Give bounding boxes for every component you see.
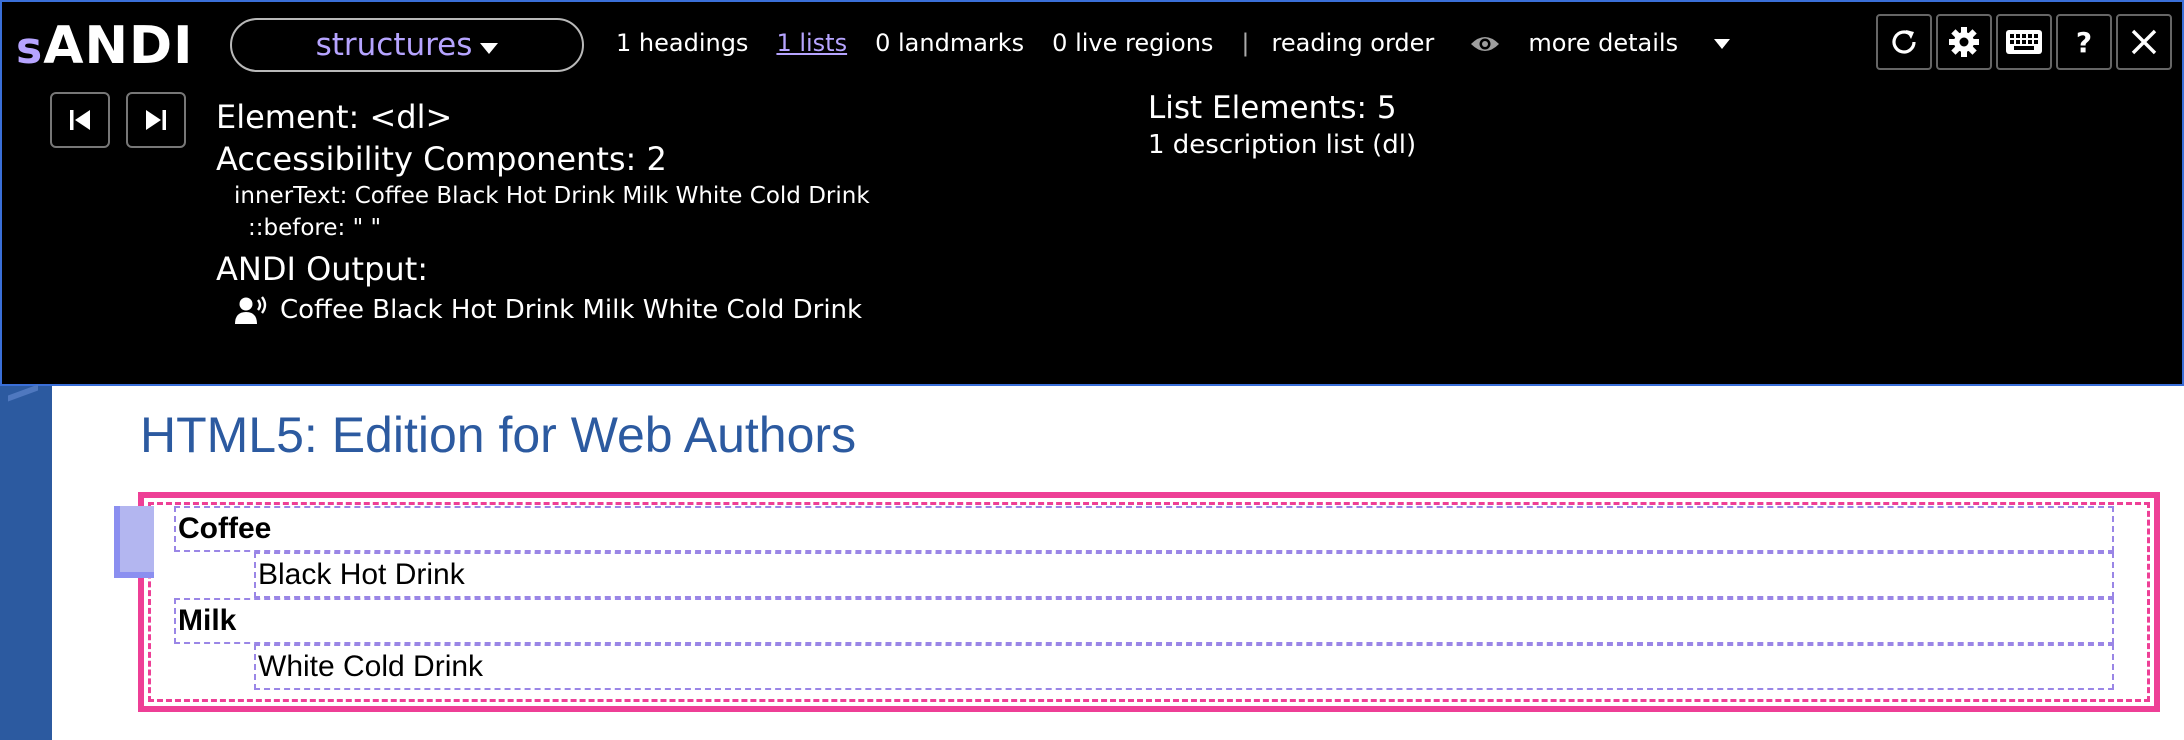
refresh-button[interactable] (1876, 14, 1932, 70)
live-regions-link[interactable]: 0 live regions (1052, 29, 1213, 57)
eye-icon (1471, 37, 1500, 51)
module-select[interactable]: structures (230, 18, 584, 72)
dl-term: Milk (174, 598, 2114, 644)
close-icon (2131, 29, 2157, 55)
headings-link[interactable]: 1 headings (616, 29, 748, 57)
previous-icon (70, 110, 90, 130)
help-button[interactable]: ? (2056, 14, 2112, 70)
landmarks-link[interactable]: 0 landmarks (875, 29, 1024, 57)
reading-order-toggle[interactable]: reading order (1272, 29, 1501, 57)
gear-icon (1949, 27, 1979, 57)
andi-bar: sANDI structures 1 headings 1 lists 0 la… (0, 0, 2184, 386)
settings-button[interactable] (1936, 14, 1992, 70)
chevron-down-icon (480, 42, 499, 54)
page-left-rail (0, 386, 52, 740)
dl-description: White Cold Drink (254, 644, 2114, 690)
module-select-label: structures (315, 27, 473, 63)
previous-element-button[interactable] (50, 92, 110, 148)
toolbar-buttons: ? (1876, 14, 2172, 70)
keyboard-button[interactable] (1996, 14, 2052, 70)
andi-output: Coffee Black Hot Drink Milk White Cold D… (216, 290, 870, 330)
before-line: ::before: " " (248, 215, 382, 241)
help-icon: ? (2075, 25, 2093, 59)
keyboard-icon (2006, 30, 2042, 54)
dl-term: Coffee (174, 506, 2114, 552)
logo-prefix: s (16, 23, 44, 74)
lists-link[interactable]: 1 lists (776, 29, 847, 57)
reading-order-label: reading order (1271, 29, 1435, 57)
components-line: Accessibility Components: 2 (216, 140, 667, 178)
close-button[interactable] (2116, 14, 2172, 70)
next-element-button[interactable] (126, 92, 186, 148)
element-info: Element: <dl> Accessibility Components: … (216, 96, 870, 330)
logo-main: ANDI (43, 16, 194, 76)
more-details-label: more details (1528, 29, 1679, 57)
refresh-icon (1892, 30, 1916, 54)
next-icon (146, 110, 166, 130)
list-info: List Elements: 5 1 description list (dl) (1148, 88, 1416, 162)
separator: | (1241, 29, 1250, 57)
inner-text-line: innerText: Coffee Black Hot Drink Milk W… (234, 183, 870, 209)
element-line: Element: <dl> (216, 96, 870, 138)
structures-summary: 1 headings 1 lists 0 landmarks 0 live re… (616, 26, 1786, 60)
more-details-button[interactable]: more details (1528, 29, 1758, 57)
output-text: Coffee Black Hot Drink Milk White Cold D… (280, 295, 863, 325)
speaker-icon (235, 296, 267, 324)
list-type-detail: 1 description list (dl) (1148, 130, 1417, 160)
dl-description: Black Hot Drink (254, 552, 2114, 598)
output-heading: ANDI Output: (216, 250, 429, 288)
page-title: HTML5: Edition for Web Authors (140, 407, 857, 463)
chevron-down-icon (1714, 39, 1731, 49)
element-tag: Element: <dl> (216, 98, 453, 136)
list-elements-count: List Elements: 5 (1148, 90, 1397, 126)
andi-focus-indicator (114, 506, 154, 578)
andi-logo: sANDI (16, 16, 193, 79)
